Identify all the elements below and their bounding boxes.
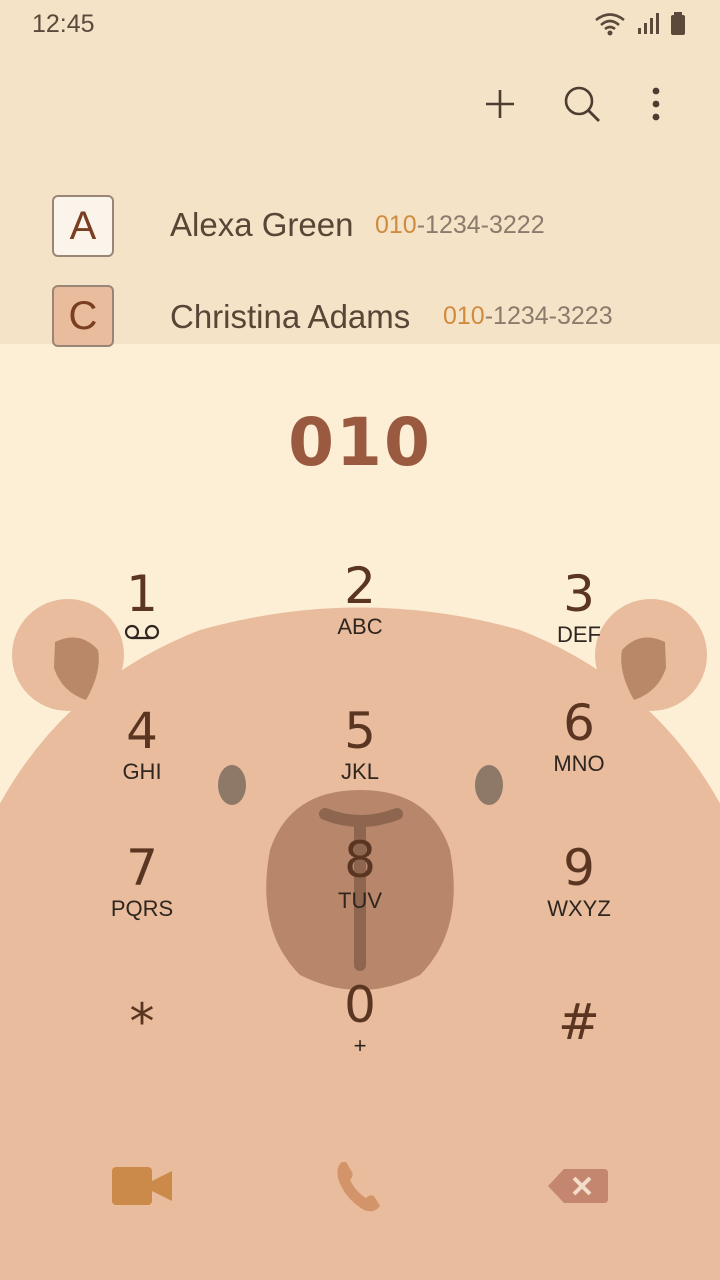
key-letters: WXYZ xyxy=(547,896,611,921)
delete-button[interactable] xyxy=(538,1150,618,1222)
contact-name: Alexa Green xyxy=(170,206,354,243)
search-button[interactable] xyxy=(562,84,602,124)
key-3[interactable]: 3 DEF xyxy=(499,566,659,676)
backspace-icon xyxy=(548,1169,608,1203)
number-match: 010 xyxy=(375,211,417,239)
key-digit: 3 xyxy=(563,565,595,623)
key-2[interactable]: 2 ABC xyxy=(280,558,440,668)
video-call-icon xyxy=(112,1167,172,1205)
key-digit: 2 xyxy=(344,557,376,615)
key-8[interactable]: 8 TUV xyxy=(280,832,440,942)
key-letters: DEF xyxy=(557,622,601,647)
voicemail-icon xyxy=(124,624,160,640)
number-rest: -1234-3223 xyxy=(484,302,613,330)
more-vert-icon xyxy=(652,87,660,121)
key-4[interactable]: 4 GHI xyxy=(62,703,222,813)
key-6[interactable]: 6 MNO xyxy=(499,695,659,805)
key-digit: 9 xyxy=(563,839,595,897)
avatar: A xyxy=(52,195,114,257)
avatar: C xyxy=(52,285,114,347)
signal-icon xyxy=(638,13,659,34)
contact-number: 010-1234-3222 xyxy=(375,211,545,240)
key-7[interactable]: 7 PQRS xyxy=(62,840,222,950)
key-letters: TUV xyxy=(338,888,382,913)
call-button[interactable] xyxy=(320,1150,400,1222)
key-1[interactable]: 1 xyxy=(62,566,222,676)
add-contact-button[interactable] xyxy=(480,84,520,124)
contact-row[interactable]: C Christina Adams 010-1234-3223 xyxy=(0,276,720,356)
battery-icon xyxy=(671,12,685,35)
key-digit: 7 xyxy=(126,839,158,897)
key-letters: ABC xyxy=(337,614,383,639)
search-icon xyxy=(564,86,600,122)
wifi-icon xyxy=(595,13,625,36)
key-digit: # xyxy=(558,993,600,1051)
contact-name: Christina Adams xyxy=(170,298,411,335)
plus-icon xyxy=(486,90,514,118)
key-digit: 5 xyxy=(344,702,376,760)
key-digit: 1 xyxy=(126,565,158,623)
phone-icon xyxy=(337,1162,380,1212)
video-call-button[interactable] xyxy=(102,1150,182,1222)
dialed-number: 010 xyxy=(288,404,432,481)
key-digit: * xyxy=(129,993,155,1051)
key-digit: 6 xyxy=(563,694,595,752)
key-hash[interactable]: # xyxy=(499,994,659,1104)
key-digit: 8 xyxy=(344,831,376,889)
key-letters: JKL xyxy=(341,759,379,784)
key-letters: + xyxy=(353,1033,367,1058)
key-9[interactable]: 9 WXYZ xyxy=(499,840,659,950)
status-time: 12:45 xyxy=(32,10,95,38)
key-letters: PQRS xyxy=(110,896,174,921)
key-letters: GHI xyxy=(122,759,162,784)
more-options-button[interactable] xyxy=(636,84,676,124)
key-5[interactable]: 5 JKL xyxy=(280,703,440,813)
number-match: 010 xyxy=(443,302,485,330)
contact-suggestions-panel: 12:45 A Alexa Green 010-1234-3222 C Chri… xyxy=(0,0,720,347)
contact-number: 010-1234-3223 xyxy=(443,302,613,331)
contact-row[interactable]: A Alexa Green 010-1234-3222 xyxy=(0,186,720,266)
key-digit: 4 xyxy=(126,702,158,760)
key-0[interactable]: 0 + xyxy=(280,977,440,1087)
number-rest: -1234-3222 xyxy=(416,211,545,239)
key-letters: MNO xyxy=(553,751,605,776)
status-icons xyxy=(594,12,686,36)
key-digit: 0 xyxy=(344,976,376,1034)
key-star[interactable]: * xyxy=(62,994,222,1104)
